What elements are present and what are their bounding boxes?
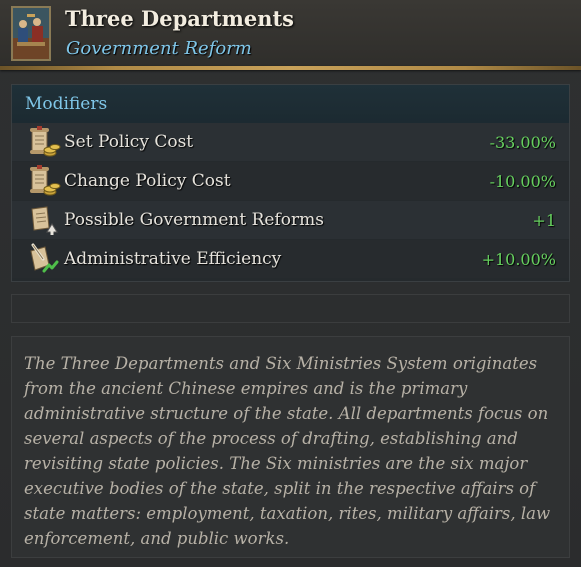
modifiers-heading: Modifiers: [25, 94, 108, 114]
modifier-value: -33.00%: [489, 133, 556, 152]
modifier-label: Change Policy Cost: [64, 171, 231, 191]
admin-scroll-quill-icon: [27, 243, 61, 275]
reform-description: The Three Departments and Six Ministries…: [24, 354, 551, 548]
reform-scroll-arrow-icon: [27, 204, 61, 236]
modifier-label: Possible Government Reforms: [64, 210, 324, 230]
description-panel: The Three Departments and Six Ministries…: [11, 336, 570, 558]
modifier-label: Set Policy Cost: [64, 132, 194, 152]
policy-scroll-coins-icon: [27, 165, 61, 197]
modifier-value: +10.00%: [481, 250, 556, 269]
tooltip-header: Three Departments Government Reform: [0, 0, 581, 68]
modifier-label: Administrative Efficiency: [64, 249, 282, 269]
reform-subtitle: Government Reform: [66, 38, 252, 59]
reform-portrait-icon: [11, 6, 51, 61]
modifier-value: +1: [532, 211, 556, 230]
reform-title: Three Departments: [65, 6, 294, 31]
modifiers-panel: Modifiers Set Policy Cost -33.00% Change…: [11, 84, 570, 282]
modifier-row[interactable]: Set Policy Cost -33.00%: [12, 123, 569, 161]
header-divider: [0, 66, 581, 70]
empty-info-bar: [11, 294, 570, 323]
modifier-row[interactable]: Administrative Efficiency +10.00%: [12, 240, 569, 278]
modifier-row[interactable]: Possible Government Reforms +1: [12, 201, 569, 239]
modifiers-header: Modifiers: [12, 85, 569, 123]
modifier-value: -10.00%: [489, 172, 556, 191]
reform-tooltip: Three Departments Government Reform Modi…: [0, 0, 581, 567]
policy-scroll-coins-icon: [27, 126, 61, 158]
modifier-row[interactable]: Change Policy Cost -10.00%: [12, 162, 569, 200]
